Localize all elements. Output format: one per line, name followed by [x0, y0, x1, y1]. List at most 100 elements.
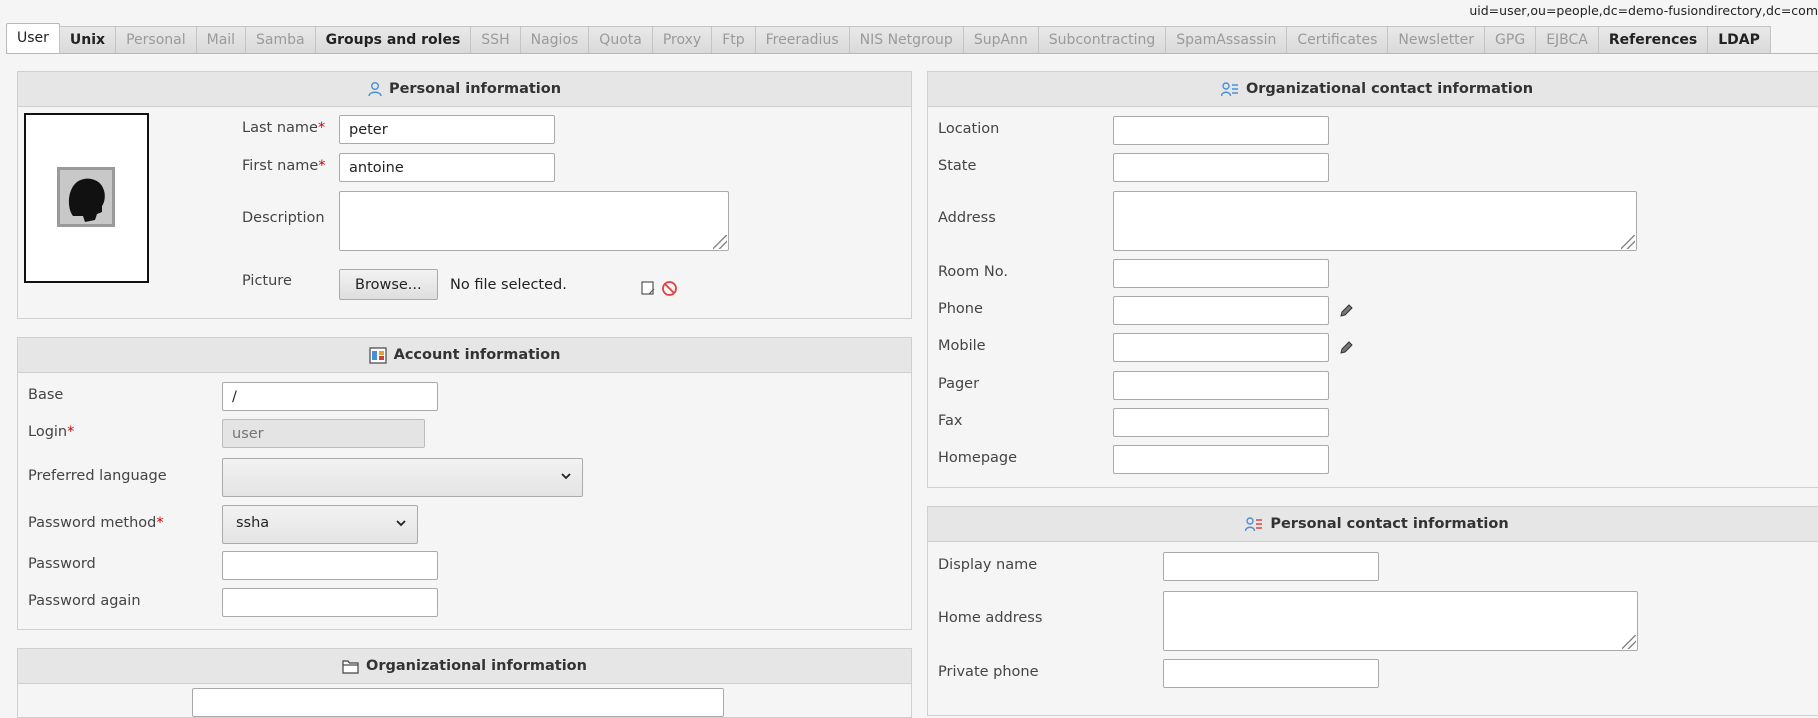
private-phone-label: Private phone [938, 664, 1039, 680]
required-marker: * [317, 120, 326, 136]
personal-information-title: Personal information [388, 81, 562, 97]
tab-quota: Quota [588, 26, 653, 53]
tab-spamassassin: SpamAssassin [1165, 26, 1288, 53]
contact-card-icon [1220, 82, 1238, 97]
resize-grip[interactable] [1621, 235, 1635, 249]
tab-supann: SupAnn [962, 26, 1039, 53]
address-label: Address [938, 210, 996, 226]
tab-nagios: Nagios [519, 26, 590, 53]
organizational-information-header: Organizational information [18, 649, 911, 684]
address-textarea[interactable] [1113, 191, 1637, 251]
login-input[interactable] [222, 419, 425, 448]
browse-button[interactable]: Browse... [339, 269, 438, 300]
location-label: Location [938, 121, 1000, 137]
tab-references[interactable]: References [1597, 26, 1709, 53]
tab-certificates: Certificates [1286, 26, 1389, 53]
contact-card-icon [1245, 517, 1263, 532]
tab-groups-and-roles[interactable]: Groups and roles [314, 26, 472, 53]
password-again-label: Password again [28, 593, 141, 609]
tab-mail: Mail [195, 26, 247, 53]
personal-information-panel: Personal information Last name* First na… [17, 71, 912, 319]
mobile-input[interactable] [1113, 333, 1329, 362]
first-name-input[interactable] [339, 153, 555, 182]
resize-grip[interactable] [713, 235, 727, 249]
object-dn: uid=user,ou=people,dc=demo-fusiondirecto… [1469, 3, 1818, 18]
homepage-label: Homepage [938, 450, 1018, 466]
edit-pencil-icon[interactable] [1338, 340, 1354, 356]
account-card-icon [368, 346, 387, 364]
account-information-title: Account information [393, 347, 561, 363]
home-address-textarea[interactable] [1163, 591, 1638, 651]
tab-personal: Personal [115, 26, 197, 53]
chevron-down-icon [561, 473, 571, 480]
file-status-text: No file selected. [450, 277, 567, 293]
resize-grip[interactable] [1622, 635, 1636, 649]
tab-subcontracting: Subcontracting [1037, 26, 1167, 53]
required-marker: * [318, 158, 326, 174]
pager-label: Pager [938, 376, 980, 392]
tab-unix[interactable]: Unix [58, 26, 117, 53]
pager-input[interactable] [1113, 371, 1329, 400]
personal-contact-panel: Personal contact information Display nam… [927, 506, 1818, 716]
organizational-contact-header: Organizational contact information [928, 72, 1818, 107]
personal-contact-title: Personal contact information [1270, 516, 1509, 532]
organizational-information-panel: Organizational information [17, 648, 912, 718]
location-input[interactable] [1113, 116, 1329, 145]
tab-gpg: GPG [1484, 26, 1537, 53]
tab-freeradius: Freeradius [754, 26, 850, 53]
delete-picture-icon[interactable] [661, 280, 678, 297]
phone-label: Phone [938, 301, 983, 317]
tab-samba: Samba [245, 26, 316, 53]
tab-ftp: Ftp [711, 26, 756, 53]
password-again-input[interactable] [222, 588, 438, 617]
avatar-silhouette-icon [57, 167, 115, 227]
password-method-label: Password method* [28, 515, 164, 531]
tab-nis-netgroup: NIS Netgroup [848, 26, 964, 53]
base-label: Base [28, 387, 64, 403]
room-number-input[interactable] [1113, 259, 1329, 288]
last-name-input[interactable] [339, 115, 555, 144]
tab-ldap[interactable]: LDAP [1707, 26, 1771, 53]
description-textarea[interactable] [339, 191, 729, 251]
tab-user[interactable]: User [6, 23, 60, 53]
edit-pencil-icon[interactable] [1338, 303, 1354, 319]
tab-bar: User Unix Personal Mail Samba Groups and role… [6, 22, 1818, 54]
required-marker: * [156, 515, 164, 531]
organizational-contact-title: Organizational contact information [1245, 81, 1534, 97]
display-name-label: Display name [938, 557, 1038, 573]
folder-icon [342, 659, 359, 674]
preferred-language-select[interactable] [222, 458, 583, 497]
picture-label: Picture [242, 273, 292, 289]
display-name-input[interactable] [1163, 552, 1379, 581]
password-label: Password [28, 556, 96, 572]
fax-label: Fax [938, 413, 963, 429]
tab-ssh: SSH [470, 26, 521, 53]
private-phone-input[interactable] [1163, 659, 1379, 688]
required-marker: * [67, 424, 75, 440]
upload-picture-icon[interactable] [640, 280, 656, 296]
description-label: Description [242, 210, 325, 226]
state-label: State [938, 158, 977, 174]
fax-input[interactable] [1113, 408, 1329, 437]
preferred-language-label: Preferred language [28, 468, 167, 484]
phone-input[interactable] [1113, 296, 1329, 325]
tab-ejbca: EJBCA [1535, 26, 1599, 53]
organizational-information-title: Organizational information [366, 658, 587, 674]
room-number-label: Room No. [938, 264, 1008, 280]
personal-contact-header: Personal contact information [928, 507, 1818, 542]
user-icon [368, 82, 382, 97]
base-input[interactable] [222, 382, 438, 411]
chevron-down-icon [396, 520, 406, 527]
organizational-contact-panel: Organizational contact information Locat… [927, 71, 1818, 488]
first-name-label: First name* [242, 158, 326, 174]
state-input[interactable] [1113, 153, 1329, 182]
mobile-label: Mobile [938, 338, 986, 354]
homepage-input[interactable] [1113, 445, 1329, 474]
account-information-header: Account information [18, 338, 911, 373]
password-method-select[interactable]: ssha [222, 505, 418, 544]
home-address-label: Home address [938, 610, 1043, 626]
tab-proxy: Proxy [651, 26, 713, 53]
personal-information-header: Personal information [18, 72, 911, 107]
user-photo [24, 113, 149, 283]
password-input[interactable] [222, 551, 438, 580]
